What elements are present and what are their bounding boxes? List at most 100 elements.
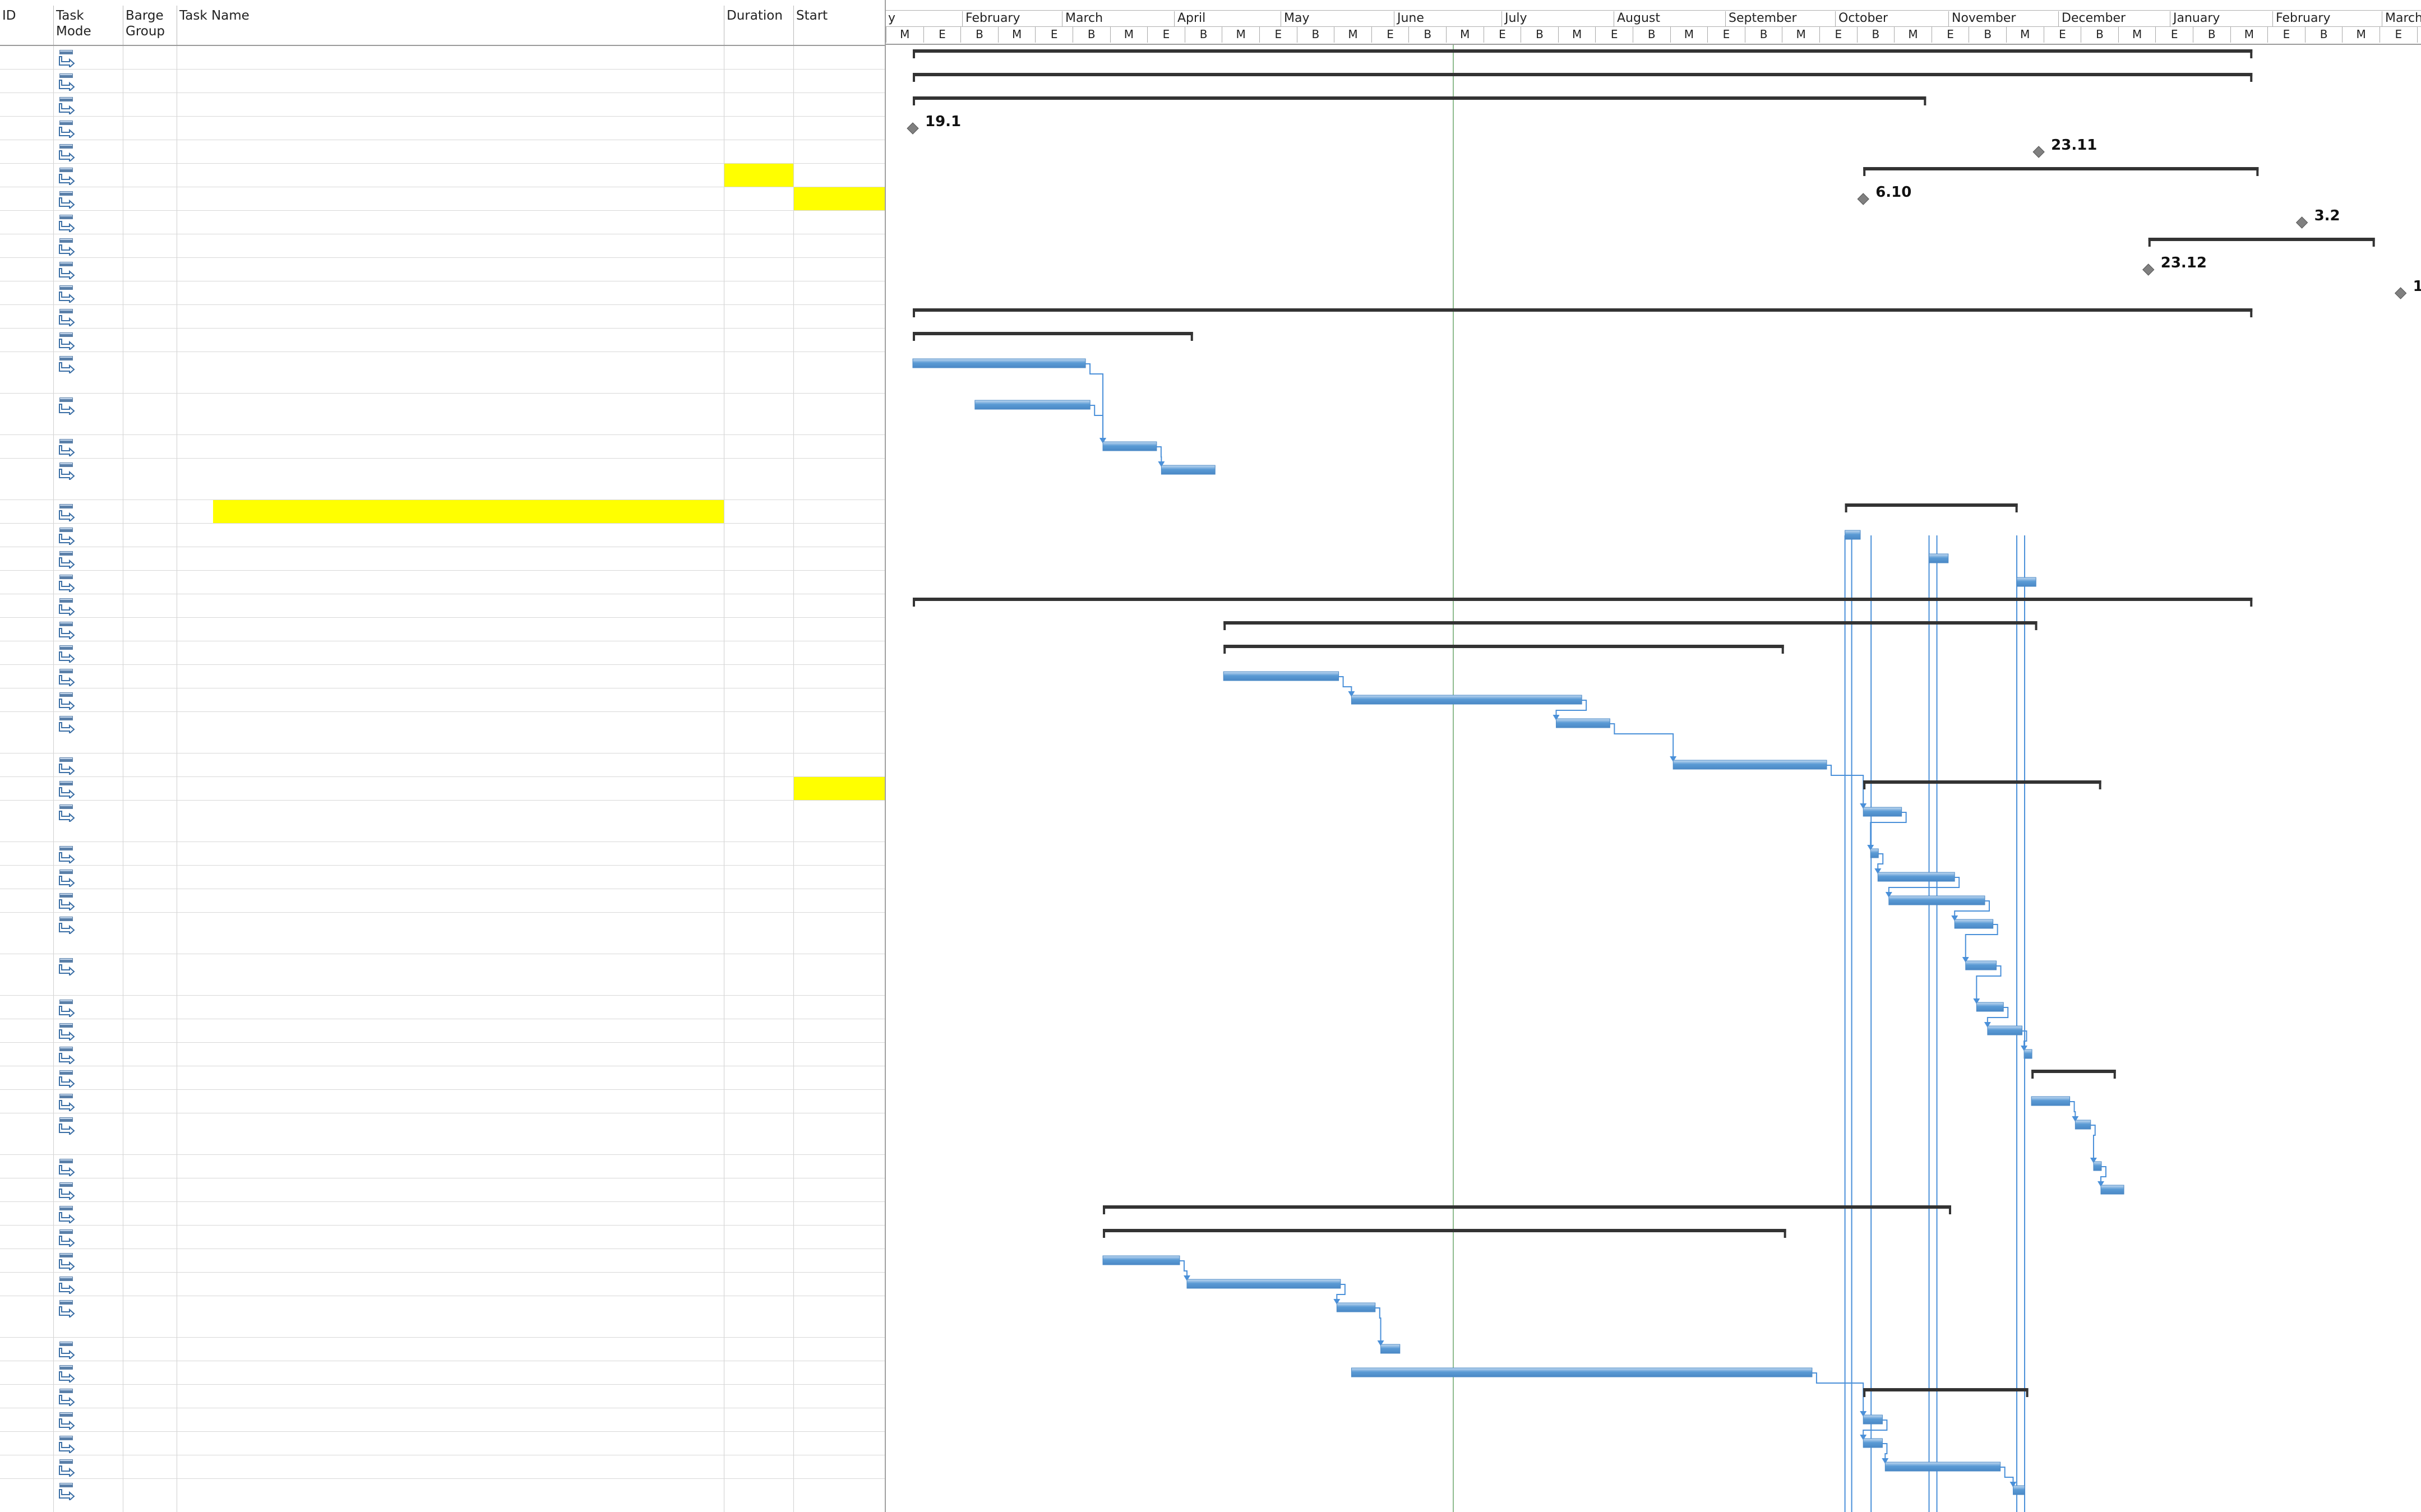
task-bar[interactable] [2023,1049,2032,1059]
table-row[interactable] [0,753,885,777]
task-name[interactable] [177,1361,724,1384]
milestone-label[interactable]: 3.2 [2314,207,2340,224]
task-name[interactable] [177,459,724,500]
task-bar[interactable] [1223,671,1339,681]
summary-bar-cap[interactable] [2256,167,2259,176]
table-row[interactable] [0,211,885,234]
summary-bar[interactable] [913,96,1926,100]
summary-bar[interactable] [913,332,1193,335]
summary-bar[interactable] [1103,1205,1952,1209]
task-name[interactable] [177,524,724,547]
task-name[interactable] [177,305,724,328]
table-row[interactable] [0,93,885,117]
summary-bar-cap[interactable] [2250,308,2253,317]
task-name[interactable] [177,842,724,865]
task-name[interactable] [177,1226,724,1249]
summary-bar-cap[interactable] [1784,1229,1786,1238]
table-row[interactable] [0,1273,885,1296]
task-name[interactable] [177,777,724,800]
summary-bar-cap[interactable] [1863,167,1866,176]
task-bar[interactable] [1672,760,1827,770]
table-row[interactable] [0,1019,885,1043]
summary-bar-cap[interactable] [2031,1070,2034,1079]
milestone-label[interactable]: 23.11 [2051,137,2097,154]
summary-bar[interactable] [2148,238,2375,241]
table-row[interactable] [0,1432,885,1455]
table-row[interactable] [0,524,885,547]
task-bar[interactable] [1954,919,1994,929]
task-name[interactable] [177,394,724,434]
table-row[interactable] [0,1455,885,1479]
task-bar[interactable] [2093,1161,2102,1171]
task-name[interactable] [177,1273,724,1296]
task-name[interactable] [177,140,724,163]
task-name[interactable] [177,889,724,912]
table-row[interactable] [0,571,885,594]
task-name[interactable] [177,1432,724,1455]
summary-bar-cap[interactable] [913,96,915,105]
summary-bar[interactable] [1863,780,2101,784]
task-bar[interactable] [1884,1462,2001,1472]
task-name[interactable] [177,618,724,641]
table-row[interactable] [0,500,885,524]
task-bar[interactable] [1380,1344,1401,1354]
table-row[interactable] [0,712,885,753]
task-name[interactable] [177,712,724,753]
task-bar[interactable] [1863,807,1902,817]
task-bar[interactable] [2075,1120,2091,1130]
table-row[interactable] [0,1202,885,1226]
summary-bar-cap[interactable] [2035,621,2037,630]
task-name[interactable] [177,1155,724,1178]
table-row[interactable] [0,435,885,459]
task-name[interactable] [177,1066,724,1089]
task-name[interactable] [177,866,724,889]
task-name[interactable] [177,913,724,954]
summary-bar[interactable] [913,598,2253,601]
summary-bar-cap[interactable] [1103,1205,1106,1214]
milestone-marker[interactable] [2032,146,2045,158]
col-header-start[interactable]: Start [794,6,885,45]
task-name[interactable] [177,954,724,995]
task-bar[interactable] [1102,441,1157,451]
table-row[interactable] [0,889,885,913]
task-bar[interactable] [1863,1438,1883,1448]
task-name[interactable] [177,1296,724,1337]
table-row[interactable] [0,70,885,93]
task-bar[interactable] [1987,1025,2022,1035]
task-name[interactable] [177,1202,724,1225]
summary-bar-cap[interactable] [2015,503,2018,512]
summary-bar[interactable] [1845,503,2018,507]
task-bar[interactable] [912,358,1086,368]
summary-bar[interactable] [913,73,2253,76]
task-name[interactable] [177,1113,724,1154]
table-row[interactable] [0,1090,885,1113]
table-row[interactable] [0,777,885,801]
task-name[interactable] [177,801,724,841]
summary-bar-cap[interactable] [1845,503,1847,512]
task-bar[interactable] [2100,1185,2124,1195]
table-row[interactable] [0,187,885,211]
task-name[interactable] [177,753,724,776]
summary-bar[interactable] [2031,1070,2116,1073]
task-bar[interactable] [1888,895,1985,905]
summary-bar-cap[interactable] [1924,96,1926,105]
table-row[interactable] [0,688,885,712]
task-name[interactable] [177,117,724,140]
table-row[interactable] [0,329,885,352]
milestone-label[interactable]: 1.3 [2413,278,2421,295]
table-row[interactable] [0,1338,885,1361]
summary-bar[interactable] [913,308,2253,312]
summary-bar-cap[interactable] [913,308,915,317]
table-row[interactable] [0,1066,885,1090]
task-name[interactable] [177,352,724,393]
summary-bar-cap[interactable] [2250,598,2253,607]
task-name[interactable] [177,1385,724,1408]
table-row[interactable] [0,913,885,954]
table-row[interactable] [0,258,885,281]
task-name[interactable] [177,996,724,1019]
summary-bar-cap[interactable] [1863,780,1866,789]
task-bar[interactable] [1877,872,1955,882]
task-bar[interactable] [1336,1302,1376,1312]
task-name[interactable] [177,1178,724,1201]
task-name[interactable] [177,1455,724,1478]
